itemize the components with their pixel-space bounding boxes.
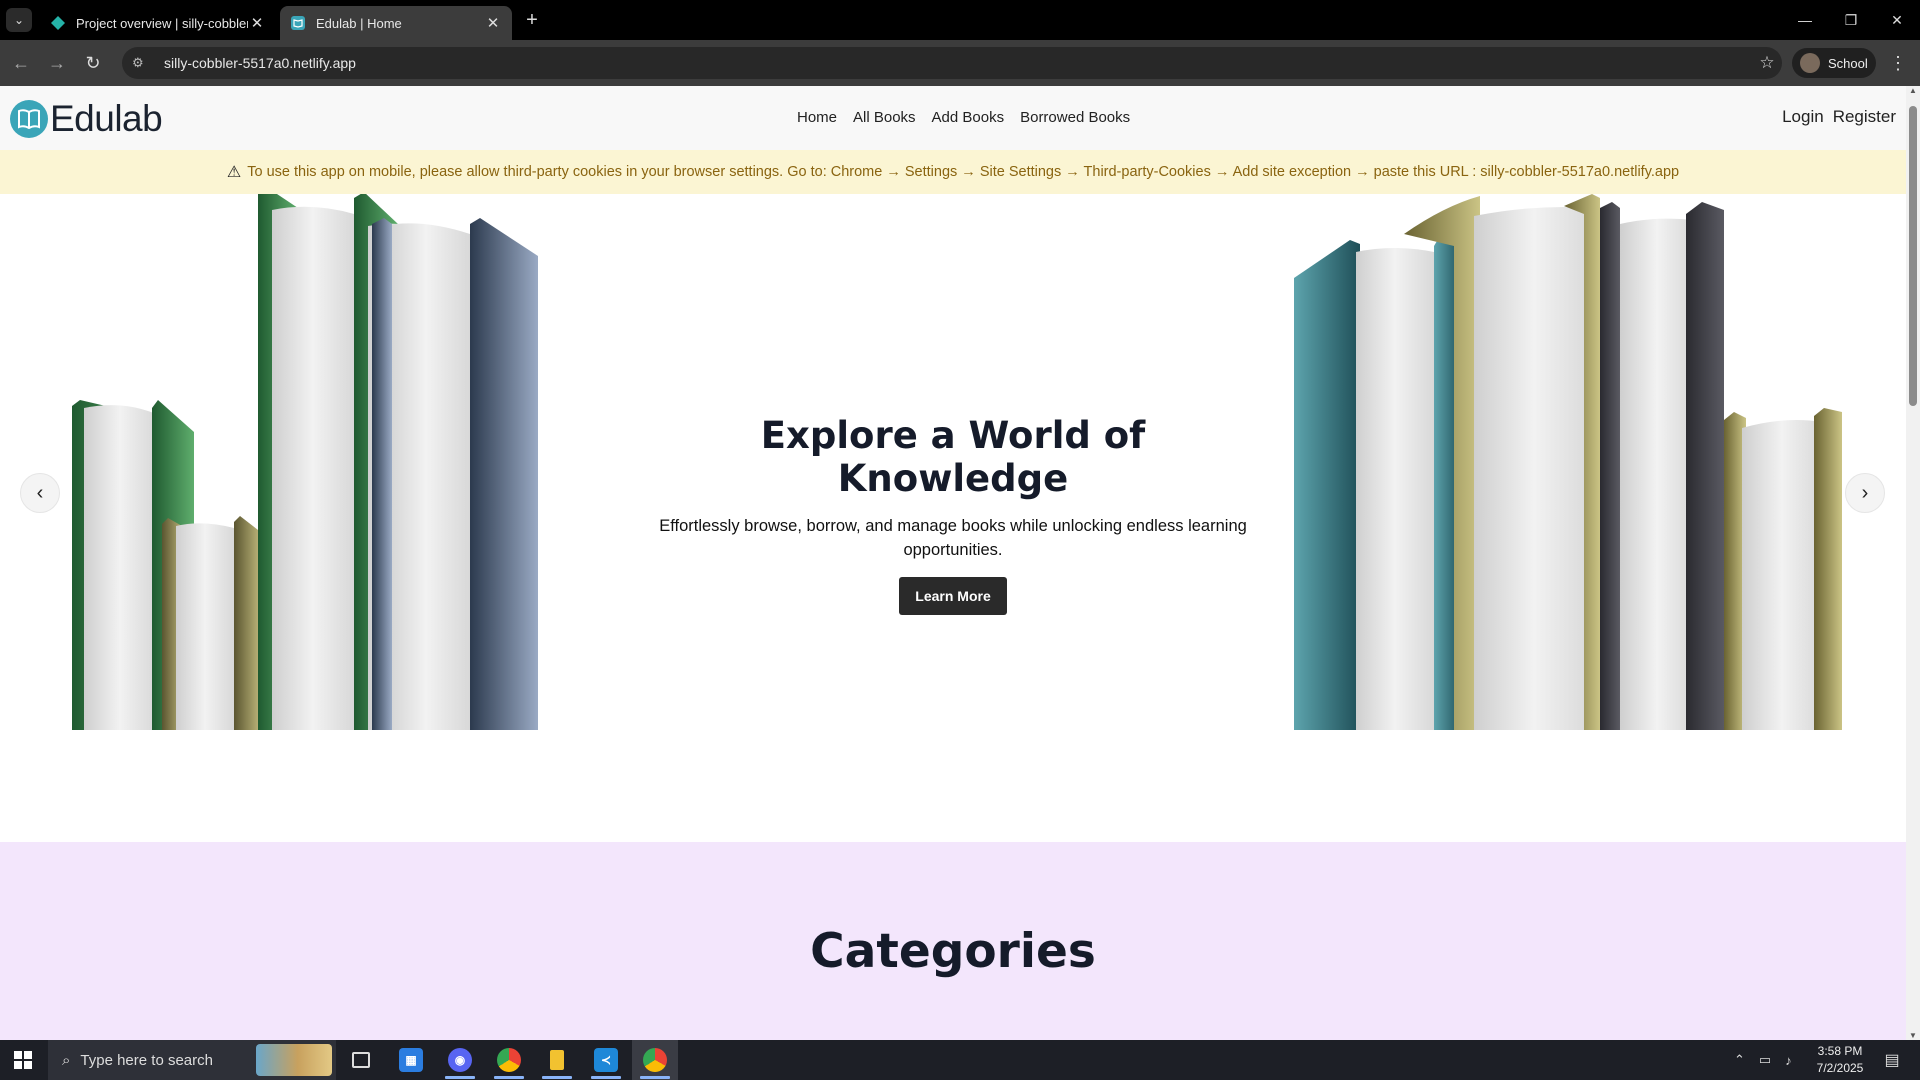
chevron-right-icon: › xyxy=(1861,481,1869,504)
taskbar-vscode[interactable]: ≺ xyxy=(583,1040,629,1080)
close-tab-icon[interactable]: ✕ xyxy=(484,14,502,32)
notification-icon[interactable]: ▤ xyxy=(1878,1048,1906,1072)
chevron-down-icon: ⌄ xyxy=(13,13,25,27)
netlify-icon xyxy=(51,16,65,30)
page-scrollbar[interactable]: ▲ ▼ xyxy=(1906,86,1920,1040)
microphone-icon[interactable]: ♪ xyxy=(1785,1053,1792,1068)
tab-title: Edulab | Home xyxy=(316,15,402,31)
taskbar-search[interactable]: ⌕ Type here to search xyxy=(48,1040,336,1080)
taskbar-store[interactable]: ▦ xyxy=(388,1040,434,1080)
scroll-down-icon[interactable]: ▼ xyxy=(1908,1031,1918,1040)
clock-time: 3:58 PM xyxy=(1817,1044,1863,1058)
search-icon: ⌕ xyxy=(62,1051,71,1069)
warning-icon: ⚠ xyxy=(226,164,242,181)
books-illustration-right xyxy=(1294,194,1842,730)
nav-link-all-books[interactable]: All Books xyxy=(853,109,916,126)
site-navbar: Edulab Home All Books Add Books Borrowed… xyxy=(0,86,1906,150)
avatar xyxy=(1800,53,1820,73)
profile-name: School xyxy=(1828,55,1868,71)
url-text[interactable]: silly-cobbler-5517a0.netlify.app xyxy=(164,55,1752,71)
learn-more-button[interactable]: Learn More xyxy=(899,577,1007,615)
vscode-icon: ≺ xyxy=(594,1048,618,1072)
chrome-icon xyxy=(497,1048,521,1072)
clock-date: 7/2/2025 xyxy=(1816,1061,1864,1075)
running-indicator xyxy=(640,1076,670,1079)
taskbar-search-placeholder: Type here to search xyxy=(80,1051,213,1069)
network-icon[interactable]: ▭ xyxy=(1759,1052,1771,1068)
categories-heading: Categories xyxy=(810,924,1096,979)
arrow-left-icon: ← xyxy=(12,52,30,73)
nav-link-add-books[interactable]: Add Books xyxy=(932,109,1005,126)
taskbar-chrome-active[interactable] xyxy=(632,1040,678,1080)
main-menu: Home All Books Add Books Borrowed Books xyxy=(797,109,1130,126)
browser-tabstrip: ⌄ Project overview | silly-cobbler- ✕ Ed… xyxy=(0,0,1920,40)
running-indicator xyxy=(591,1076,621,1079)
books-illustration-left xyxy=(72,194,538,730)
discord-icon: ◉ xyxy=(448,1048,472,1072)
auth-links: Login Register xyxy=(1782,107,1896,127)
running-indicator xyxy=(445,1076,475,1079)
scroll-up-icon[interactable]: ▲ xyxy=(1908,86,1918,95)
hero-carousel: Explore a World of Knowledge Effortlessl… xyxy=(0,194,1906,730)
tab-title: Project overview | silly-cobbler- xyxy=(76,15,248,31)
search-highlight-image xyxy=(256,1044,332,1076)
running-indicator xyxy=(542,1076,572,1079)
folder-icon xyxy=(550,1050,564,1070)
system-tray: ⌃ ▭ ♪ xyxy=(1734,1040,1792,1080)
cookie-notice-text: To use this app on mobile, please allow … xyxy=(247,164,1680,180)
browser-menu-button[interactable]: ⋮ xyxy=(1886,50,1910,76)
close-tab-icon[interactable]: ✕ xyxy=(248,14,266,32)
cookie-notice-banner: ⚠ To use this app on mobile, please allo… xyxy=(0,150,1906,194)
brand[interactable]: Edulab xyxy=(10,98,163,140)
minimize-button[interactable]: — xyxy=(1782,0,1828,40)
register-link[interactable]: Register xyxy=(1833,107,1896,127)
bookmark-star-icon[interactable]: ☆ xyxy=(1752,53,1782,73)
start-button[interactable] xyxy=(0,1040,46,1080)
back-button[interactable]: ← xyxy=(8,50,34,76)
close-window-button[interactable]: ✕ xyxy=(1874,0,1920,40)
taskbar-clock[interactable]: 3:58 PM 7/2/2025 xyxy=(1798,1043,1882,1077)
categories-section: Categories xyxy=(0,842,1906,1040)
chrome-icon xyxy=(643,1048,667,1072)
site-settings-icon[interactable]: ⚙ xyxy=(132,55,152,71)
carousel-next-button[interactable]: › xyxy=(1845,473,1885,513)
chevron-left-icon: ‹ xyxy=(36,481,44,504)
taskbar-file-explorer[interactable] xyxy=(534,1040,580,1080)
arrow-right-icon: → xyxy=(48,52,66,73)
profile-button[interactable]: School xyxy=(1792,48,1876,78)
windows-icon xyxy=(14,1051,32,1069)
scrollbar-thumb[interactable] xyxy=(1909,106,1917,406)
tab-search-button[interactable]: ⌄ xyxy=(6,8,32,32)
store-icon: ▦ xyxy=(399,1048,423,1072)
nav-link-home[interactable]: Home xyxy=(797,109,837,126)
address-bar[interactable]: ⚙ silly-cobbler-5517a0.netlify.app ☆ xyxy=(122,47,1782,79)
windows-taskbar: ⌕ Type here to search ▦ ◉ ≺ ⌃ ▭ ♪ 3:58 P… xyxy=(0,1040,1920,1080)
carousel-prev-button[interactable]: ‹ xyxy=(20,473,60,513)
browser-toolbar: ← → ↻ ⚙ silly-cobbler-5517a0.netlify.app… xyxy=(0,40,1920,86)
login-link[interactable]: Login xyxy=(1782,107,1824,127)
taskbar-chrome[interactable] xyxy=(486,1040,532,1080)
new-tab-button[interactable]: + xyxy=(520,8,544,32)
running-indicator xyxy=(494,1076,524,1079)
tab-edulab-home[interactable]: Edulab | Home ✕ xyxy=(280,6,512,40)
hero-title: Explore a World of Knowledge xyxy=(760,414,1146,500)
chevron-up-icon[interactable]: ⌃ xyxy=(1734,1052,1745,1068)
nav-link-borrowed-books[interactable]: Borrowed Books xyxy=(1020,109,1130,126)
reload-button[interactable]: ↻ xyxy=(80,50,106,76)
task-view-button[interactable] xyxy=(338,1040,384,1080)
hero-text: Explore a World of Knowledge Effortlessl… xyxy=(640,414,1266,615)
hero-subtitle: Effortlessly browse, borrow, and manage … xyxy=(659,517,1247,559)
book-icon xyxy=(291,16,305,30)
more-vertical-icon: ⋮ xyxy=(1889,52,1907,73)
task-view-icon xyxy=(352,1052,370,1068)
open-book-icon xyxy=(10,100,48,138)
tab-project-overview[interactable]: Project overview | silly-cobbler- ✕ xyxy=(40,6,276,40)
brand-name: Edulab xyxy=(50,98,163,139)
restore-button[interactable]: ❐ xyxy=(1828,0,1874,40)
reload-icon: ↻ xyxy=(85,52,101,73)
page-viewport: Edulab Home All Books Add Books Borrowed… xyxy=(0,86,1920,1040)
taskbar-discord[interactable]: ◉ xyxy=(437,1040,483,1080)
forward-button[interactable]: → xyxy=(44,50,70,76)
